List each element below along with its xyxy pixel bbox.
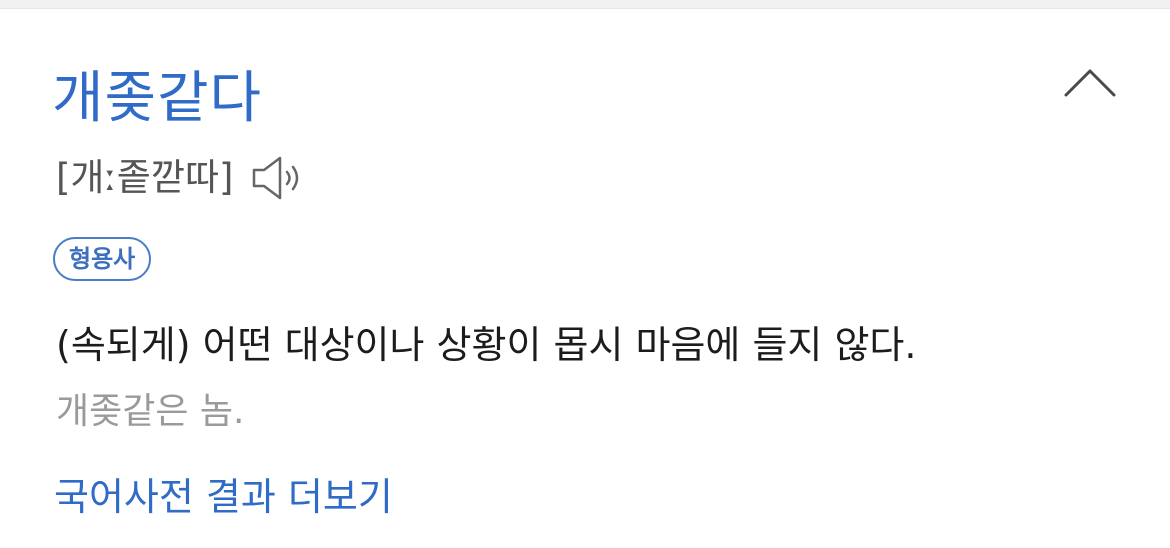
headword: 개좆같다 — [52, 66, 263, 131]
definition-text: (속되게) 어떤 대상이나 상황이 몹시 마음에 들지 않다. — [56, 323, 917, 367]
more-results-link[interactable]: 국어사전 결과 더보기 — [54, 468, 393, 526]
part-of-speech-badge: 형용사 — [53, 237, 152, 281]
example-sentence: 개좆같은 놈. — [56, 391, 245, 432]
collapse-button[interactable] — [1058, 59, 1122, 103]
pronunciation: [개ː좉깓따] — [56, 156, 234, 199]
top-divider — [0, 0, 1170, 9]
pronunciation-row: [개ː좉깓따] — [56, 150, 306, 206]
dictionary-entry-card: 개좆같다 [개ː좉깓따] 형용사 (속되게) 어떤 대상이나 상황이 몹시 마음… — [0, 9, 1170, 548]
speaker-icon — [252, 156, 298, 200]
chevron-up-icon — [1064, 69, 1116, 97]
play-pronunciation-button[interactable] — [250, 154, 306, 202]
